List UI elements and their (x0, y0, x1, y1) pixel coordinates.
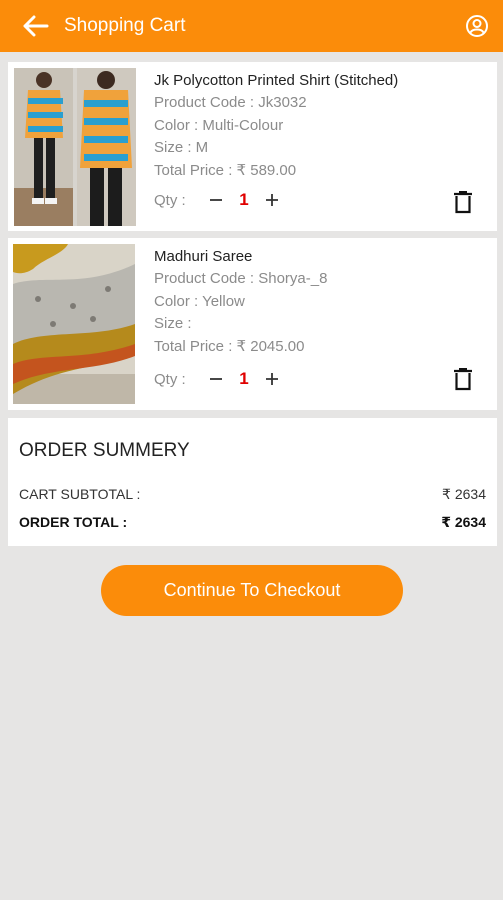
decrease-qty-button[interactable] (206, 190, 226, 210)
product-info: Jk Polycotton Printed Shirt (Stitched) P… (154, 70, 487, 182)
trash-icon (454, 191, 472, 214)
plus-icon (266, 373, 278, 385)
product-total-price: Total Price : ₹ 2045.00 (154, 337, 305, 355)
product-color: Color : Multi-Colour (154, 116, 284, 134)
cart-subtotal-row: CART SUBTOTAL : ₹ 2634 (19, 486, 486, 503)
qty-label: Qty : (154, 191, 186, 209)
plus-icon (266, 194, 278, 206)
user-circle-icon (466, 15, 488, 37)
product-image-shirt[interactable] (14, 68, 136, 226)
trash-icon (454, 368, 472, 391)
qty-value: 1 (239, 369, 249, 388)
order-total-label: ORDER TOTAL : (19, 514, 128, 530)
product-name[interactable]: Madhuri Saree (154, 246, 487, 268)
cart-subtotal-value: ₹ 2634 (442, 486, 486, 502)
qty-value: 1 (239, 190, 249, 209)
product-size: Size : M (154, 139, 209, 156)
product-code: Product Code : Jk3032 (154, 94, 307, 111)
product-name[interactable]: Jk Polycotton Printed Shirt (Stitched) (154, 70, 487, 92)
product-size: Size : (154, 315, 192, 332)
cart-subtotal-label: CART SUBTOTAL : (19, 486, 141, 502)
increase-qty-button[interactable] (262, 369, 282, 389)
order-total-value: ₹ 2634 (441, 514, 486, 530)
increase-qty-button[interactable] (262, 190, 282, 210)
order-summary-title: ORDER SUMMERY (19, 440, 190, 461)
arrow-left-icon (23, 15, 49, 37)
back-button[interactable] (10, 0, 62, 52)
cart-item: Jk Polycotton Printed Shirt (Stitched) P… (8, 62, 497, 231)
product-total-price: Total Price : ₹ 589.00 (154, 161, 297, 179)
quantity-stepper: Qty : 1 (154, 369, 282, 389)
order-total-row: ORDER TOTAL : ₹ 2634 (19, 514, 486, 531)
page-title: Shopping Cart (64, 15, 186, 36)
profile-button[interactable] (463, 12, 491, 40)
cart-item: Madhuri Saree Product Code : Shorya-_8 C… (8, 238, 497, 410)
decrease-qty-button[interactable] (206, 369, 226, 389)
order-summary: ORDER SUMMERY CART SUBTOTAL : ₹ 2634 ORD… (8, 418, 497, 546)
product-info: Madhuri Saree Product Code : Shorya-_8 C… (154, 246, 487, 358)
product-image-saree[interactable] (13, 244, 135, 404)
minus-icon (210, 199, 222, 201)
quantity-stepper: Qty : 1 (154, 190, 282, 210)
product-color: Color : Yellow (154, 292, 245, 310)
delete-item-button[interactable] (451, 188, 475, 216)
delete-item-button[interactable] (451, 365, 475, 393)
qty-label: Qty : (154, 370, 186, 388)
app-bar: Shopping Cart (0, 0, 503, 52)
product-code: Product Code : Shorya-_8 (154, 270, 328, 287)
minus-icon (210, 378, 222, 380)
checkout-button[interactable]: Continue To Checkout (101, 565, 403, 616)
